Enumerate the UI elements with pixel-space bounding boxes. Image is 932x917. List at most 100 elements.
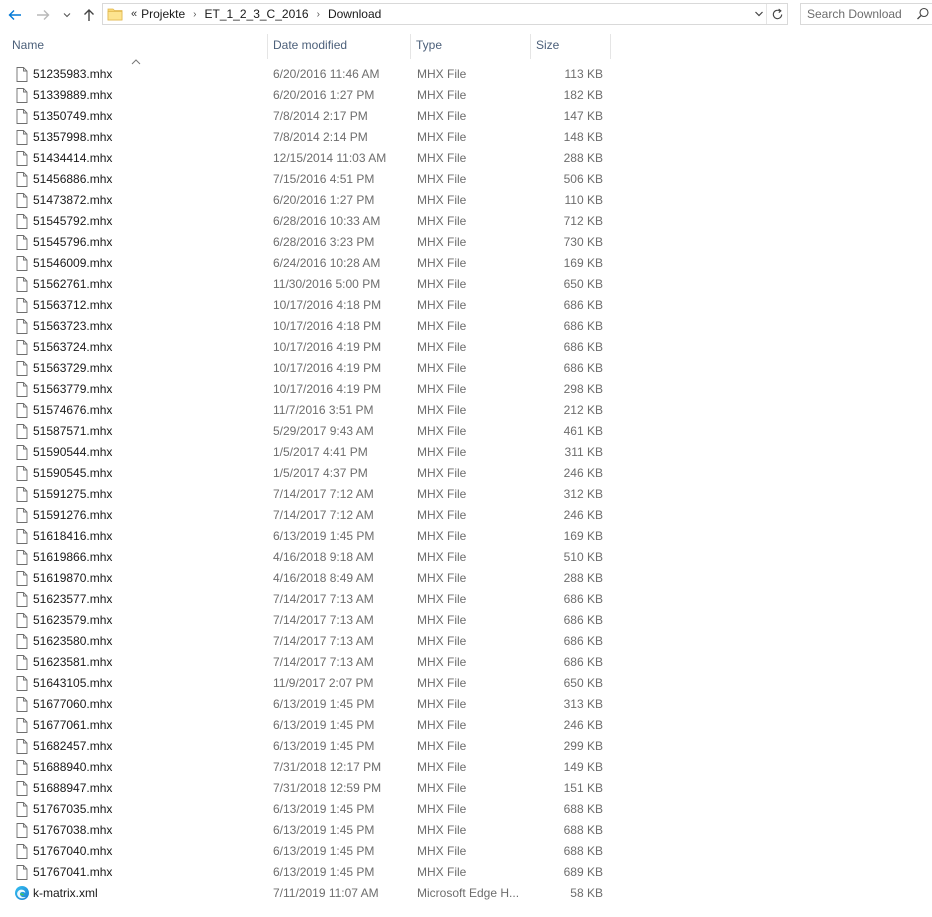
address-bar[interactable]: « Projekte › ET_1_2_3_C_2016 › Download bbox=[102, 3, 788, 25]
file-name: 51563723.mhx bbox=[33, 319, 113, 333]
file-row[interactable]: 51591275.mhx 7/14/2017 7:12 AM MHX File … bbox=[0, 484, 932, 505]
file-row[interactable]: 51587571.mhx 5/29/2017 9:43 AM MHX File … bbox=[0, 421, 932, 442]
file-row[interactable]: 51545792.mhx 6/28/2016 10:33 AM MHX File… bbox=[0, 211, 932, 232]
file-date-modified: 10/17/2016 4:19 PM bbox=[273, 361, 382, 375]
file-row[interactable]: 51767038.mhx 6/13/2019 1:45 PM MHX File … bbox=[0, 820, 932, 841]
file-size: 686 KB bbox=[563, 592, 603, 606]
file-type: MHX File bbox=[417, 823, 467, 837]
column-header-name[interactable]: Name bbox=[7, 32, 268, 59]
file-type: MHX File bbox=[417, 382, 467, 396]
file-name: 51563779.mhx bbox=[33, 382, 113, 396]
breadcrumb-overflow-button[interactable]: « bbox=[131, 8, 137, 20]
breadcrumb-separator[interactable]: › bbox=[317, 9, 320, 20]
file-row[interactable]: 51619866.mhx 4/16/2018 9:18 AM MHX File … bbox=[0, 547, 932, 568]
file-row[interactable]: 51591276.mhx 7/14/2017 7:12 AM MHX File … bbox=[0, 505, 932, 526]
file-row[interactable]: 51618416.mhx 6/13/2019 1:45 PM MHX File … bbox=[0, 526, 932, 547]
file-size: 246 KB bbox=[563, 466, 603, 480]
file-type: MHX File bbox=[417, 88, 467, 102]
file-row[interactable]: 51623581.mhx 7/14/2017 7:13 AM MHX File … bbox=[0, 652, 932, 673]
file-row[interactable]: 51563724.mhx 10/17/2016 4:19 PM MHX File… bbox=[0, 337, 932, 358]
file-date-modified: 6/13/2019 1:45 PM bbox=[273, 739, 375, 753]
file-size: 298 KB bbox=[563, 382, 603, 396]
file-date-modified: 6/13/2019 1:45 PM bbox=[273, 529, 375, 543]
recent-locations-button[interactable] bbox=[60, 4, 74, 26]
file-date-modified: 7/8/2014 2:14 PM bbox=[273, 130, 368, 144]
address-history-button[interactable] bbox=[751, 4, 767, 24]
column-header-date-modified[interactable]: Date modified bbox=[268, 32, 411, 59]
file-row[interactable]: 51590544.mhx 1/5/2017 4:41 PM MHX File 3… bbox=[0, 442, 932, 463]
file-row[interactable]: 51350749.mhx 7/8/2014 2:17 PM MHX File 1… bbox=[0, 106, 932, 127]
file-row[interactable]: 51574676.mhx 11/7/2016 3:51 PM MHX File … bbox=[0, 400, 932, 421]
file-name: 51563724.mhx bbox=[33, 340, 113, 354]
file-row[interactable]: 51767041.mhx 6/13/2019 1:45 PM MHX File … bbox=[0, 862, 932, 883]
file-row[interactable]: 51434414.mhx 12/15/2014 11:03 AM MHX Fil… bbox=[0, 148, 932, 169]
file-date-modified: 6/13/2019 1:45 PM bbox=[273, 823, 375, 837]
refresh-button[interactable] bbox=[766, 4, 787, 24]
breadcrumb-projekte[interactable]: Projekte bbox=[141, 7, 185, 21]
file-date-modified: 1/5/2017 4:37 PM bbox=[273, 466, 368, 480]
column-header-type[interactable]: Type bbox=[411, 32, 531, 59]
file-name: 51473872.mhx bbox=[33, 193, 113, 207]
file-size: 288 KB bbox=[563, 571, 603, 585]
file-name: 51677060.mhx bbox=[33, 697, 113, 711]
file-row[interactable]: 51546009.mhx 6/24/2016 10:28 AM MHX File… bbox=[0, 253, 932, 274]
file-row[interactable]: 51563712.mhx 10/17/2016 4:18 PM MHX File… bbox=[0, 295, 932, 316]
document-icon bbox=[14, 591, 30, 608]
forward-arrow-icon bbox=[37, 10, 50, 20]
breadcrumb-separator[interactable]: › bbox=[193, 9, 196, 20]
file-row[interactable]: 51677060.mhx 6/13/2019 1:45 PM MHX File … bbox=[0, 694, 932, 715]
search-box[interactable] bbox=[800, 3, 932, 25]
file-row[interactable]: 51767035.mhx 6/13/2019 1:45 PM MHX File … bbox=[0, 799, 932, 820]
file-row[interactable]: 51688947.mhx 7/31/2018 12:59 PM MHX File… bbox=[0, 778, 932, 799]
file-row[interactable]: 51562761.mhx 11/30/2016 5:00 PM MHX File… bbox=[0, 274, 932, 295]
column-header-size[interactable]: Size bbox=[531, 32, 611, 59]
document-icon bbox=[14, 717, 30, 734]
back-button[interactable] bbox=[4, 4, 26, 26]
document-icon bbox=[14, 360, 30, 377]
file-row[interactable]: 51545796.mhx 6/28/2016 3:23 PM MHX File … bbox=[0, 232, 932, 253]
document-icon bbox=[14, 444, 30, 461]
file-row[interactable]: 51623577.mhx 7/14/2017 7:13 AM MHX File … bbox=[0, 589, 932, 610]
file-date-modified: 6/13/2019 1:45 PM bbox=[273, 802, 375, 816]
file-date-modified: 1/5/2017 4:41 PM bbox=[273, 445, 368, 459]
file-row[interactable]: 51682457.mhx 6/13/2019 1:45 PM MHX File … bbox=[0, 736, 932, 757]
file-row[interactable]: 51563729.mhx 10/17/2016 4:19 PM MHX File… bbox=[0, 358, 932, 379]
edge-icon bbox=[14, 885, 30, 902]
file-row[interactable]: 51688940.mhx 7/31/2018 12:17 PM MHX File… bbox=[0, 757, 932, 778]
file-row[interactable]: 51623579.mhx 7/14/2017 7:13 AM MHX File … bbox=[0, 610, 932, 631]
up-button[interactable] bbox=[78, 4, 100, 26]
breadcrumb-download[interactable]: Download bbox=[328, 7, 381, 21]
file-type: MHX File bbox=[417, 550, 467, 564]
file-row[interactable]: 51339889.mhx 6/20/2016 1:27 PM MHX File … bbox=[0, 85, 932, 106]
file-row[interactable]: 51456886.mhx 7/15/2016 4:51 PM MHX File … bbox=[0, 169, 932, 190]
file-row[interactable]: 51563779.mhx 10/17/2016 4:19 PM MHX File… bbox=[0, 379, 932, 400]
file-size: 151 KB bbox=[563, 781, 603, 795]
file-row[interactable]: 51619870.mhx 4/16/2018 8:49 AM MHX File … bbox=[0, 568, 932, 589]
file-size: 113 KB bbox=[564, 67, 603, 81]
file-row[interactable]: 51563723.mhx 10/17/2016 4:18 PM MHX File… bbox=[0, 316, 932, 337]
document-icon bbox=[14, 738, 30, 755]
document-icon bbox=[14, 423, 30, 440]
file-row[interactable]: 51643105.mhx 11/9/2017 2:07 PM MHX File … bbox=[0, 673, 932, 694]
file-name: 51591276.mhx bbox=[33, 508, 113, 522]
file-row[interactable]: k-matrix.xml 7/11/2019 11:07 AM Microsof… bbox=[0, 883, 932, 904]
breadcrumb-et-1-2-3-c-2016[interactable]: ET_1_2_3_C_2016 bbox=[205, 7, 309, 21]
file-row[interactable]: 51357998.mhx 7/8/2014 2:14 PM MHX File 1… bbox=[0, 127, 932, 148]
file-row[interactable]: 51590545.mhx 1/5/2017 4:37 PM MHX File 2… bbox=[0, 463, 932, 484]
file-size: 650 KB bbox=[563, 676, 603, 690]
search-input[interactable] bbox=[807, 7, 913, 21]
column-divider[interactable] bbox=[610, 34, 611, 59]
file-row[interactable]: 51473872.mhx 6/20/2016 1:27 PM MHX File … bbox=[0, 190, 932, 211]
file-date-modified: 4/16/2018 8:49 AM bbox=[273, 571, 374, 585]
forward-button[interactable] bbox=[32, 4, 54, 26]
file-row[interactable]: 51235983.mhx 6/20/2016 11:46 AM MHX File… bbox=[0, 64, 932, 85]
file-type: Microsoft Edge H... bbox=[417, 886, 520, 900]
file-row[interactable]: 51623580.mhx 7/14/2017 7:13 AM MHX File … bbox=[0, 631, 932, 652]
file-type: MHX File bbox=[417, 361, 467, 375]
file-row[interactable]: 51767040.mhx 6/13/2019 1:45 PM MHX File … bbox=[0, 841, 932, 862]
file-row[interactable]: 51677061.mhx 6/13/2019 1:45 PM MHX File … bbox=[0, 715, 932, 736]
file-name: 51339889.mhx bbox=[33, 88, 113, 102]
document-icon bbox=[14, 192, 30, 209]
document-icon bbox=[14, 528, 30, 545]
file-type: MHX File bbox=[417, 571, 467, 585]
